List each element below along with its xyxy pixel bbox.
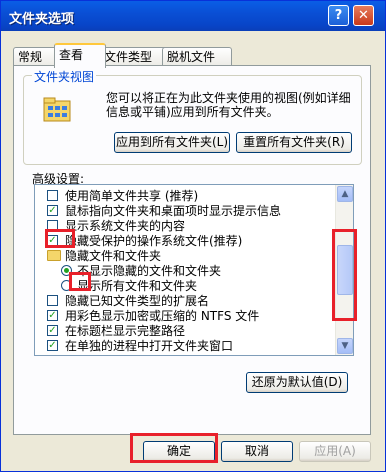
close-button[interactable]: ✕ bbox=[353, 5, 374, 26]
advanced-settings-list[interactable]: 使用简单文件共享 (推荐) ✓ 鼠标指向文件夹和桌面项时显示提示信息 显示系统文… bbox=[34, 184, 354, 356]
checkbox[interactable] bbox=[47, 295, 58, 306]
checkbox[interactable] bbox=[47, 190, 58, 201]
folder-icon bbox=[47, 250, 61, 261]
window-title: 文件夹选项 bbox=[9, 12, 75, 27]
scroll-down-icon[interactable]: ▼ bbox=[337, 338, 353, 354]
list-item-label: 在单独的进程中打开文件夹窗口 bbox=[65, 339, 234, 353]
list-item-label: 用彩色显示加密或压缩的 NTFS 文件 bbox=[65, 309, 260, 323]
folder-view-icon bbox=[43, 97, 71, 122]
list-item-label: 使用简单文件共享 (推荐) bbox=[65, 189, 199, 203]
scroll-up-icon[interactable]: ▲ bbox=[337, 186, 353, 202]
checkbox[interactable] bbox=[47, 220, 58, 231]
scroll-thumb[interactable] bbox=[337, 245, 353, 295]
reset-all-folders-button[interactable]: 重置所有文件夹(R) bbox=[236, 132, 352, 153]
checkbox-checked[interactable]: ✓ bbox=[47, 340, 58, 351]
list-item-label: 鼠标指向文件夹和桌面项时显示提示信息 bbox=[65, 204, 282, 218]
scrollbar[interactable]: ▲ ▼ bbox=[335, 185, 353, 355]
ok-button[interactable]: 确定 bbox=[143, 441, 215, 462]
folder-views-legend: 文件夹视图 bbox=[32, 68, 97, 85]
checkbox-checked[interactable]: ✓ bbox=[47, 310, 58, 321]
cancel-button[interactable]: 取消 bbox=[221, 441, 293, 462]
list-item-label: 在标题栏显示完整路径 bbox=[65, 324, 186, 338]
folder-views-description: 您可以将正在为此文件夹使用的视图(例如详细信息或平铺)应用到所有文件夹。 bbox=[106, 91, 351, 119]
radio[interactable] bbox=[61, 280, 72, 291]
apply-to-all-folders-button[interactable]: 应用到所有文件夹(L) bbox=[114, 132, 230, 153]
list-item-label: 隐藏文件和文件夹 bbox=[65, 249, 162, 263]
title-bar[interactable]: 文件夹选项 ? ✕ bbox=[1, 1, 385, 31]
restore-defaults-button[interactable]: 还原为默认值(D) bbox=[246, 372, 348, 393]
folder-views-group: 文件夹视图 您可以将正在为此文件夹使用的视图(例如详细信息或平铺)应用到所有文件… bbox=[23, 68, 362, 165]
list-item-label: 显示系统文件夹的内容 bbox=[65, 219, 186, 233]
help-button[interactable]: ? bbox=[328, 5, 349, 26]
radio-selected[interactable] bbox=[61, 265, 72, 276]
list-item-label: 显示所有文件和文件夹 bbox=[77, 279, 198, 293]
list-item-label: 不显示隐藏的文件和文件夹 bbox=[77, 264, 222, 278]
list-item-label: 隐藏受保护的操作系统文件(推荐) bbox=[65, 234, 243, 248]
apply-button[interactable]: 应用(A) bbox=[299, 441, 371, 462]
checkbox-checked[interactable]: ✓ bbox=[47, 235, 58, 246]
tab-offline-files[interactable]: 脱机文件 bbox=[162, 47, 232, 66]
tab-file-types[interactable]: 文件类型 bbox=[99, 47, 169, 66]
checkbox-checked[interactable]: ✓ bbox=[47, 325, 58, 336]
tab-view[interactable]: 查看 bbox=[54, 43, 106, 68]
list-item-label: 隐藏已知文件类型的扩展名 bbox=[65, 294, 210, 308]
view-tab-panel: 文件夹视图 您可以将正在为此文件夹使用的视图(例如详细信息或平铺)应用到所有文件… bbox=[13, 65, 371, 435]
folder-options-dialog: 文件夹选项 ? ✕ 常规 查看 文件类型 脱机文件 文件夹视图 您可以将正在为此… bbox=[0, 0, 386, 472]
checkbox-checked[interactable]: ✓ bbox=[47, 205, 58, 216]
